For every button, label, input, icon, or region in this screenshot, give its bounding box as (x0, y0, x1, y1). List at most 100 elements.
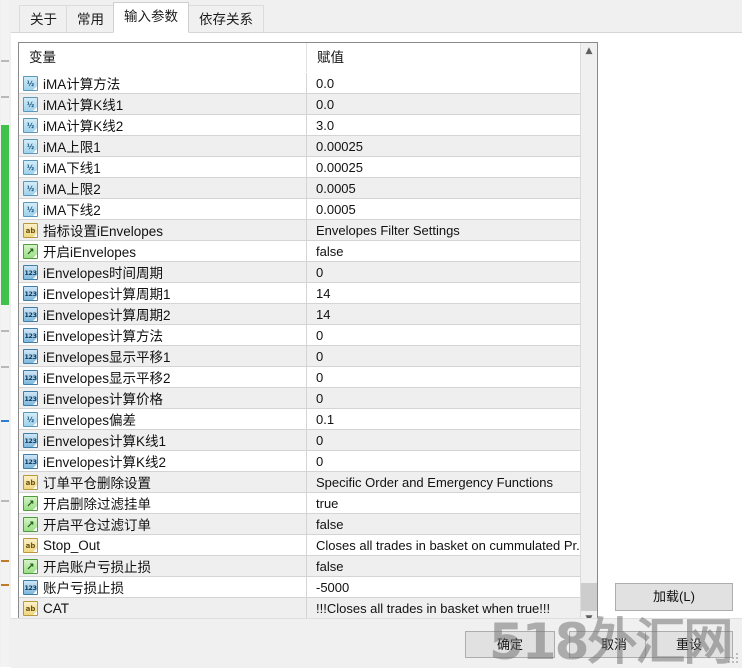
cell-variable-name[interactable]: ½ iMA计算方法 (19, 73, 306, 93)
cell-variable-name[interactable]: 123 账户亏损止损 (19, 577, 306, 597)
cell-value[interactable]: false (306, 241, 582, 261)
cell-value[interactable]: 0.1 (306, 409, 582, 429)
cell-variable-name[interactable]: ½ iMA计算K线2 (19, 115, 306, 135)
table-row[interactable]: 123 iEnvelopes显示平移2 0 (19, 367, 582, 388)
cell-variable-name[interactable]: 123 iEnvelopes计算价格 (19, 388, 306, 408)
table-row[interactable]: 123 账户亏损止损 -5000 (19, 577, 582, 598)
cell-value[interactable]: 0 (306, 451, 582, 471)
cell-variable-name[interactable]: ½ iMA上限1 (19, 136, 306, 156)
cell-value[interactable]: 0 (306, 388, 582, 408)
table-row[interactable]: ½ iMA计算K线2 3.0 (19, 115, 582, 136)
background-scrollbar-thumb[interactable] (1, 125, 9, 305)
cell-value[interactable]: 0.0 (306, 73, 582, 93)
cell-variable-name[interactable]: ½ iMA下线1 (19, 157, 306, 177)
cell-value[interactable]: true (306, 493, 582, 513)
parameters-grid[interactable]: 变量 赋值 ½ iMA计算方法 0.0 ½ iMA计算K线1 0.0 ½ iMA计算K线2 3.… (18, 42, 598, 629)
cell-variable-name[interactable]: ↗ 开启删除过滤挂单 (19, 493, 306, 513)
icon-fold-corner (33, 526, 37, 531)
icon-fold-corner (33, 190, 37, 195)
cell-value[interactable]: 0 (306, 367, 582, 387)
table-row[interactable]: ½ iEnvelopes偏差 0.1 (19, 409, 582, 430)
cell-value[interactable]: 0.0005 (306, 199, 582, 219)
table-row[interactable]: ½ iMA上限2 0.0005 (19, 178, 582, 199)
cell-variable-name[interactable]: ↗ 开启iEnvelopes (19, 241, 306, 261)
load-button[interactable]: 加载(L) (615, 583, 733, 611)
cell-value[interactable]: Envelopes Filter Settings (306, 220, 582, 240)
cell-value[interactable]: 3.0 (306, 115, 582, 135)
background-scrollbar-track[interactable] (1, 0, 9, 667)
cell-variable-name[interactable]: ab CAT (19, 598, 306, 618)
number-icon: 123 (23, 390, 38, 406)
table-row[interactable]: 123 iEnvelopes计算K线1 0 (19, 430, 582, 451)
tab-3[interactable]: 依存关系 (188, 5, 264, 33)
table-row[interactable]: 123 iEnvelopes计算方法 0 (19, 325, 582, 346)
cell-value[interactable]: !!!Closes all trades in basket when true… (306, 598, 582, 618)
cell-variable-name[interactable]: 123 iEnvelopes计算方法 (19, 325, 306, 345)
table-row[interactable]: ↗ 开启删除过滤挂单 true (19, 493, 582, 514)
cell-variable-name[interactable]: 123 iEnvelopes计算周期1 (19, 283, 306, 303)
cell-value[interactable]: 0.0005 (306, 178, 582, 198)
variable-label: 开启平仓过滤订单 (43, 518, 151, 533)
cell-value[interactable]: Specific Order and Emergency Functions (306, 472, 582, 492)
cell-variable-name[interactable]: ab 订单平仓删除设置 (19, 472, 306, 492)
table-row[interactable]: ↗ 开启账户亏损止损 false (19, 556, 582, 577)
cell-variable-name[interactable]: 123 iEnvelopes时间周期 (19, 262, 306, 282)
cell-variable-name[interactable]: 123 iEnvelopes计算K线2 (19, 451, 306, 471)
cell-variable-name[interactable]: ↗ 开启账户亏损止损 (19, 556, 306, 576)
grid-vertical-scrollbar[interactable]: ▲ ▼ (580, 43, 597, 628)
cell-variable-name[interactable]: ½ iMA下线2 (19, 199, 306, 219)
cell-variable-name[interactable]: 123 iEnvelopes显示平移1 (19, 346, 306, 366)
cell-value[interactable]: -5000 (306, 577, 582, 597)
table-row[interactable]: 123 iEnvelopes计算价格 0 (19, 388, 582, 409)
number-icon: 123 (23, 432, 38, 448)
cell-variable-name[interactable]: ½ iMA上限2 (19, 178, 306, 198)
cell-value[interactable]: 14 (306, 283, 582, 303)
cell-value[interactable]: 0.0 (306, 94, 582, 114)
table-row[interactable]: ab 指标设置iEnvelopes Envelopes Filter Setting… (19, 220, 582, 241)
table-row[interactable]: ↗ 开启iEnvelopes false (19, 241, 582, 262)
table-row[interactable]: ½ iMA上限1 0.00025 (19, 136, 582, 157)
cell-variable-name[interactable]: ab Stop_Out (19, 535, 306, 555)
table-row[interactable]: ab 订单平仓删除设置 Specific Order and Emergency F… (19, 472, 582, 493)
column-header-variable[interactable]: 变量 (19, 43, 306, 72)
cell-variable-name[interactable]: ½ iEnvelopes偏差 (19, 409, 306, 429)
grid-scrollbar-thumb[interactable] (581, 583, 597, 611)
cell-value[interactable]: 0 (306, 325, 582, 345)
tab-0[interactable]: 关于 (19, 5, 68, 33)
table-row[interactable]: ½ iMA下线1 0.00025 (19, 157, 582, 178)
cell-variable-name[interactable]: ↗ 开启平仓过滤订单 (19, 514, 306, 534)
table-row[interactable]: 123 iEnvelopes计算K线2 0 (19, 451, 582, 472)
ok-button[interactable]: 确定 (465, 631, 555, 658)
tab-2[interactable]: 输入参数 (113, 2, 189, 33)
table-row[interactable]: 123 iEnvelopes计算周期2 14 (19, 304, 582, 325)
resize-grip-icon[interactable] (728, 653, 740, 665)
cell-variable-name[interactable]: 123 iEnvelopes显示平移2 (19, 367, 306, 387)
cell-value[interactable]: 0 (306, 346, 582, 366)
cell-variable-name[interactable]: 123 iEnvelopes计算周期2 (19, 304, 306, 324)
cell-variable-name[interactable]: 123 iEnvelopes计算K线1 (19, 430, 306, 450)
cell-value[interactable]: 14 (306, 304, 582, 324)
cell-variable-name[interactable]: ab 指标设置iEnvelopes (19, 220, 306, 240)
scroll-up-arrow-icon[interactable]: ▲ (581, 43, 597, 60)
column-header-value[interactable]: 赋值 (306, 43, 582, 72)
variable-label: iEnvelopes计算价格 (43, 392, 164, 407)
cell-value[interactable]: 0.00025 (306, 157, 582, 177)
cell-value[interactable]: false (306, 514, 582, 534)
table-row[interactable]: 123 iEnvelopes时间周期 0 (19, 262, 582, 283)
table-row[interactable]: 123 iEnvelopes计算周期1 14 (19, 283, 582, 304)
tab-1[interactable]: 常用 (66, 5, 115, 33)
table-row[interactable]: ½ iMA下线2 0.0005 (19, 199, 582, 220)
cell-variable-name[interactable]: ½ iMA计算K线1 (19, 94, 306, 114)
table-row[interactable]: ab Stop_Out Closes all trades in basket on… (19, 535, 582, 556)
table-row[interactable]: ½ iMA计算K线1 0.0 (19, 94, 582, 115)
cell-value[interactable]: 0 (306, 262, 582, 282)
table-row[interactable]: 123 iEnvelopes显示平移1 0 (19, 346, 582, 367)
table-row[interactable]: ↗ 开启平仓过滤订单 false (19, 514, 582, 535)
cell-value[interactable]: Closes all trades in basket on cummulate… (306, 535, 582, 555)
table-row[interactable]: ab CAT !!!Closes all trades in basket when… (19, 598, 582, 619)
cell-value[interactable]: 0.00025 (306, 136, 582, 156)
reset-button[interactable]: 重设 (645, 631, 733, 658)
cell-value[interactable]: false (306, 556, 582, 576)
cell-value[interactable]: 0 (306, 430, 582, 450)
table-row[interactable]: ½ iMA计算方法 0.0 (19, 73, 582, 94)
